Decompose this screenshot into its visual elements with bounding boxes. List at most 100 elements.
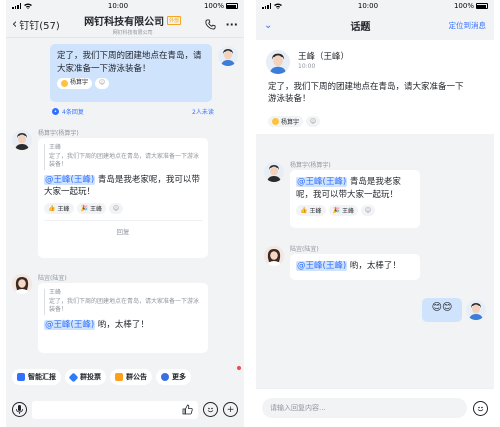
group-announcement-button[interactable]: 群公告 (110, 369, 152, 385)
reaction-chip[interactable]: 杨算宇 (57, 78, 93, 89)
add-icon[interactable]: + (223, 402, 238, 417)
voice-icon[interactable] (12, 402, 27, 417)
avatar[interactable] (264, 162, 284, 182)
quick-action-label: 更多 (172, 373, 186, 381)
party-icon: 🎉 (332, 207, 340, 214)
mention[interactable]: @王峰(王峰) (296, 261, 348, 271)
topic-thread-screen: 10:00 100% ⌄ 话题 定位到消息 王峰（王峰） 10:00 定了，我们… (256, 0, 494, 427)
reply-message-card[interactable]: @王峰(王峰) 哟，太棒了！ (290, 254, 420, 280)
quote-author: 王峰 (49, 144, 62, 151)
quick-action-label: 智能汇报 (28, 373, 56, 381)
wifi-icon (24, 3, 32, 9)
status-time: 10:00 (107, 2, 129, 10)
quote-author: 王峰 (49, 289, 62, 296)
battery-indicator: 100% (454, 2, 488, 10)
signal-icon (12, 3, 21, 9)
reaction-user: 王峰 (341, 208, 354, 215)
avatar[interactable] (218, 46, 238, 66)
report-icon (17, 373, 25, 381)
reaction-chip[interactable]: 🎉 王峰 (76, 202, 106, 214)
avatar[interactable] (12, 274, 32, 294)
man-avatar-icon (466, 300, 486, 320)
reaction-user: 王峰 (57, 205, 70, 213)
my-reply-bubble[interactable]: 😊😊 (422, 298, 462, 322)
man-avatar-icon (12, 130, 32, 150)
avatar[interactable] (264, 246, 284, 266)
battery-percent: 100% (203, 2, 224, 10)
reaction-chip[interactable]: 👍 王峰 (44, 202, 74, 214)
mention[interactable]: @王峰(王峰) (44, 319, 96, 330)
more-dots-icon (161, 373, 169, 381)
message-text: @王峰(王峰) 哟，太棒了！ (296, 260, 414, 273)
sender-name: 杨算宇(杨算宇) (38, 130, 79, 137)
smile-emoji-icon (272, 118, 279, 125)
message-input[interactable] (32, 400, 198, 419)
replies-count: 4条回复 (62, 109, 84, 116)
more-options-icon[interactable]: ··· (225, 18, 238, 31)
megaphone-icon (115, 373, 123, 381)
back-label: 钉钉(57) (19, 21, 60, 32)
reply-input[interactable]: 请输入回复内容... (262, 398, 467, 418)
chat-title-block[interactable]: 网钉科技有限公司 外部 网钉科技有限公司 (60, 13, 206, 36)
message-body: 哟，太棒了！ (95, 319, 149, 330)
quoted-message[interactable]: 王峰 定了，我们下周的团建地点在青岛，请大家准备一下游泳装备！ (44, 289, 202, 315)
woman-avatar-icon (264, 246, 284, 266)
reaction-chip[interactable]: 杨算宇 (268, 116, 304, 127)
reaction-user: 王峰 (89, 205, 102, 213)
man-avatar-icon (218, 46, 238, 66)
avatar[interactable] (266, 50, 290, 74)
back-button[interactable]: ‹ 钉钉(57) (12, 17, 60, 33)
reply-button[interactable]: 回复 (44, 219, 202, 236)
add-reaction-icon[interactable]: ☺ (109, 202, 123, 214)
original-message-card: 王峰（王峰） 10:00 定了，我们下周的团建地点在青岛，请大家准备一下游泳装备… (256, 40, 494, 134)
collapse-chevron-icon[interactable]: ⌄ (264, 20, 272, 31)
emoji-icon[interactable] (473, 400, 488, 416)
thumbs-up-icon[interactable] (182, 404, 193, 417)
battery-percent: 100% (453, 2, 474, 10)
emoji-icon[interactable] (203, 402, 218, 417)
reply-message-card[interactable]: 王峰 定了，我们下周的团建地点在青岛，请大家准备一下游泳装备！ @王峰(王峰) … (38, 283, 208, 353)
group-vote-button[interactable]: 群投票 (65, 369, 106, 385)
thumbs-up-icon: 👍 (300, 207, 308, 214)
add-reaction-icon[interactable]: ☺ (361, 205, 375, 216)
reaction-chip[interactable]: 🎉 王峰 (328, 205, 358, 216)
quick-action-label: 群公告 (126, 373, 147, 381)
smart-report-button[interactable]: 智能汇报 (12, 369, 61, 385)
reaction-chip[interactable]: 👍 王峰 (296, 205, 326, 216)
group-chat-screen: 10:00 100% ‹ 钉钉(57) 网钉科技有限公司 外部 网钉科技有限公司… (6, 0, 244, 427)
phone-call-icon[interactable] (205, 19, 216, 30)
message-text: @王峰(王峰) 哟，太棒了！ (44, 319, 202, 332)
quote-text: 定了，我们下周的团建地点在青岛，请大家准备一下游泳装备！ (49, 297, 200, 314)
signal-indicator (12, 3, 32, 9)
author-name: 王峰（王峰） (298, 52, 350, 62)
message-body: 哟，太棒了！ (347, 261, 401, 271)
mention[interactable]: @王峰(王峰) (44, 174, 96, 185)
add-reaction-icon[interactable]: ☺ (95, 78, 110, 89)
topic-title: 话题 (350, 21, 371, 33)
mention[interactable]: @王峰(王峰) (296, 177, 348, 187)
reaction-user: 杨算宇 (281, 119, 300, 126)
topic-header: ⌄ 话题 定位到消息 (256, 12, 494, 38)
locate-message-link[interactable]: 定位到消息 (448, 20, 486, 31)
thumbs-up-icon: 👍 (48, 204, 56, 212)
message-input-bar: + (6, 392, 244, 427)
avatar[interactable] (466, 300, 486, 320)
external-tag: 外部 (167, 16, 182, 25)
more-actions-button[interactable]: 更多 (156, 369, 191, 385)
reply-input-bar: 请输入回复内容... (256, 388, 494, 427)
quoted-message[interactable]: 王峰 定了，我们下周的团建地点在青岛，请大家准备一下游泳装备！ (44, 144, 202, 170)
woman-avatar-icon (12, 274, 32, 294)
party-icon: 🎉 (80, 204, 88, 212)
message-text: 定了，我们下周的团建地点在青岛，请大家准备一下游泳装备！ (268, 82, 464, 104)
message-text: @王峰(王峰) 青岛是我老家呢，我可以带大家一起玩！ (296, 176, 414, 201)
message-bubble-main[interactable]: 定了，我们下周的团建地点在青岛，请大家准备一下游泳装备！ 杨算宇 ☺ (50, 44, 212, 102)
quick-action-label: 群投票 (80, 373, 101, 381)
add-reaction-icon[interactable]: ☺ (306, 116, 321, 127)
battery-indicator: 100% (204, 2, 238, 10)
replies-link[interactable]: • 4条回复 (52, 107, 84, 116)
unread-count[interactable]: 2人未读 (192, 107, 214, 116)
reply-message-card[interactable]: 王峰 定了，我们下周的团建地点在青岛，请大家准备一下游泳装备！ @王峰(王峰) … (38, 138, 208, 258)
message-time: 10:00 (298, 63, 316, 70)
reply-message-card[interactable]: @王峰(王峰) 青岛是我老家呢，我可以带大家一起玩！ 👍 王峰 🎉 王峰 ☺ (290, 170, 420, 228)
avatar[interactable] (12, 130, 32, 150)
